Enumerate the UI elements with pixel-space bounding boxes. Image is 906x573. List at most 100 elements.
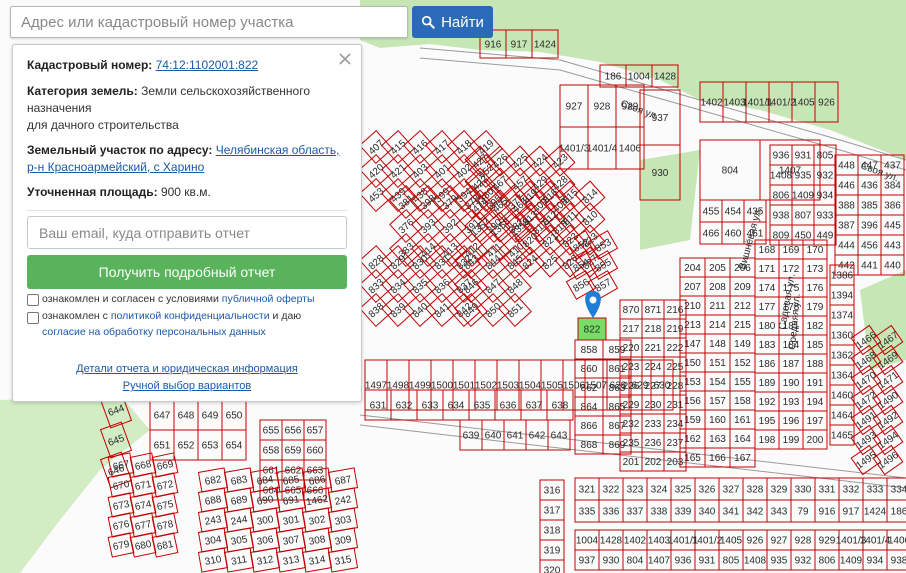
parcel-number-label: 233 bbox=[645, 419, 662, 430]
parcel-number-label: 652 bbox=[178, 441, 195, 452]
parcel-number-label: 164 bbox=[734, 434, 751, 445]
parcel-number-label: 1406 bbox=[888, 536, 906, 547]
parcel-number-label: 387 bbox=[838, 221, 855, 232]
parcel-number-label: 1394 bbox=[831, 291, 854, 302]
parcel-number-label: 1402 bbox=[624, 536, 647, 547]
parcel-number-label: 324 bbox=[651, 485, 668, 496]
parcel-number-label: 436 bbox=[861, 181, 878, 192]
category-value-3: для дачного строительства bbox=[27, 118, 179, 132]
report-details-link[interactable]: Детали отчета и юридическая информация bbox=[76, 363, 298, 375]
manual-link-row: Ручной выбор вариантов bbox=[13, 380, 361, 392]
parcel-number-label: 317 bbox=[544, 506, 561, 517]
get-report-button[interactable]: Получить подробный отчет bbox=[27, 255, 347, 289]
parcel[interactable]: 822 bbox=[577, 317, 607, 341]
parcel-number-label: 160 bbox=[709, 415, 726, 426]
parcel-number-label: 148 bbox=[709, 339, 726, 350]
parcel-number-label: 868 bbox=[581, 440, 598, 451]
parcel-number-label: 152 bbox=[734, 358, 751, 369]
parcel-number-label: 634 bbox=[448, 401, 465, 412]
data-processing-consent-link[interactable]: согласие на обработку персональных данны… bbox=[42, 326, 266, 338]
parcel-number-label: 648 bbox=[178, 411, 195, 422]
parcel-number-label: 931 bbox=[795, 151, 812, 162]
parcel-number-label: 329 bbox=[771, 485, 788, 496]
parcel-number-label: 195 bbox=[759, 416, 776, 427]
manual-selection-link[interactable]: Ручной выбор вариантов bbox=[123, 380, 251, 392]
parcel-number-label: 440 bbox=[884, 261, 901, 272]
parcel-number-label: 805 bbox=[817, 151, 834, 162]
parcel-number-label: 936 bbox=[675, 556, 692, 567]
parcel-number-label: 930 bbox=[603, 556, 620, 567]
parcel-number-label: 338 bbox=[651, 507, 668, 518]
parcel-number-label: 1405 bbox=[720, 536, 743, 547]
parcel-number-label: 217 bbox=[623, 324, 640, 335]
parcel-number-label: 1386 bbox=[831, 271, 854, 282]
privacy-policy-link[interactable]: политикой конфиденциальности bbox=[111, 310, 270, 322]
parcel-number-label: 870 bbox=[623, 305, 640, 316]
parcel-number-label: 214 bbox=[709, 320, 726, 331]
parcel-number-label: 230 bbox=[645, 400, 662, 411]
search-input[interactable] bbox=[10, 6, 408, 38]
parcel-number-label: 232 bbox=[623, 419, 640, 430]
parcel-number-label: 171 bbox=[759, 264, 776, 275]
parcel-number-label: 1507 bbox=[585, 381, 608, 392]
parcel-number-label: 1428 bbox=[600, 536, 623, 547]
parcel-number-label: 216 bbox=[667, 305, 684, 316]
parcel-number-label: 1424 bbox=[864, 507, 887, 518]
parcel-number-label: 455 bbox=[703, 207, 720, 218]
parcel-number-label: 236 bbox=[645, 438, 662, 449]
address-link-2[interactable]: р-н Красноармейский, с Харино bbox=[27, 160, 204, 174]
parcel-number-label: 183 bbox=[759, 340, 776, 351]
parcel-number-label: 933 bbox=[817, 211, 834, 222]
area-row: Уточненная площадь: 900 кв.м. bbox=[27, 184, 347, 201]
parcel-number-label: 192 bbox=[759, 397, 776, 408]
parcel-number-label: 172 bbox=[783, 264, 800, 275]
parcel-number-label: 804 bbox=[722, 166, 739, 177]
parcel-number-label: 220 bbox=[623, 343, 640, 354]
parcel-number-label: 871 bbox=[645, 305, 662, 316]
parcel-number-label: 636 bbox=[500, 401, 517, 412]
parcel-number-label: 334 bbox=[891, 485, 906, 496]
parcel-number-label: 934 bbox=[817, 191, 834, 202]
parcel-number-label: 928 bbox=[795, 536, 812, 547]
offer-consent-checkbox[interactable] bbox=[27, 294, 39, 306]
category-row: Категория земель: Земли сельскохозяйстве… bbox=[27, 83, 347, 134]
parcel-number-label: 342 bbox=[747, 507, 764, 518]
parcel-number-label: 193 bbox=[783, 397, 800, 408]
parcel-number-label: 632 bbox=[396, 401, 413, 412]
parcel-number-label: 151 bbox=[709, 358, 726, 369]
privacy-consent-checkbox[interactable] bbox=[27, 312, 39, 324]
parcel-number-label: 1401/4 bbox=[860, 536, 891, 547]
parcel-number-label: 1407 bbox=[648, 556, 671, 567]
parcel-number-label: 194 bbox=[807, 397, 824, 408]
parcel-number-label: 167 bbox=[734, 453, 751, 464]
parcel-number-label: 806 bbox=[819, 556, 836, 567]
parcel-number-label: 1402 bbox=[700, 98, 723, 109]
parcel-number-label: 928 bbox=[594, 102, 611, 113]
parcel-number-label: 805 bbox=[723, 556, 740, 567]
cadastral-number-link[interactable]: 74:12:1102001:822 bbox=[156, 58, 259, 72]
parcel-number-label: 1401/4 bbox=[587, 144, 618, 155]
parcel-number-label: 207 bbox=[684, 282, 701, 293]
parcel-number-label: 320 bbox=[544, 566, 561, 573]
parcel-number-label: 658 bbox=[263, 446, 280, 457]
parcel-number-label: 443 bbox=[884, 241, 901, 252]
parcel-number-label: 335 bbox=[579, 507, 596, 518]
public-offer-link[interactable]: публичной оферты bbox=[222, 293, 315, 305]
parcel-number-label: 935 bbox=[771, 556, 788, 567]
parcel-number-label: 190 bbox=[783, 378, 800, 389]
parcel-number-label: 173 bbox=[807, 264, 824, 275]
parcel-number-label: 186 bbox=[605, 72, 622, 83]
parcel-number-label: 656 bbox=[285, 426, 302, 437]
email-input[interactable] bbox=[27, 216, 347, 249]
parcel-number-label: 938 bbox=[773, 211, 790, 222]
parcel-number-label: 931 bbox=[699, 556, 716, 567]
parcel-number-label: 326 bbox=[699, 485, 716, 496]
parcel-number-label: 200 bbox=[807, 435, 824, 446]
parcel-info-panel: Кадастровый номер: 74:12:1102001:822 Кат… bbox=[12, 44, 362, 402]
find-button[interactable]: Найти bbox=[412, 6, 493, 38]
parcel-number-label: 221 bbox=[645, 343, 662, 354]
search-icon bbox=[421, 15, 435, 29]
privacy-consent-text: ознакомлен с политикой конфиденциальност… bbox=[42, 308, 351, 324]
parcel-number-label: 153 bbox=[684, 377, 701, 388]
address-link-1[interactable]: Челябинская область, bbox=[216, 143, 340, 157]
